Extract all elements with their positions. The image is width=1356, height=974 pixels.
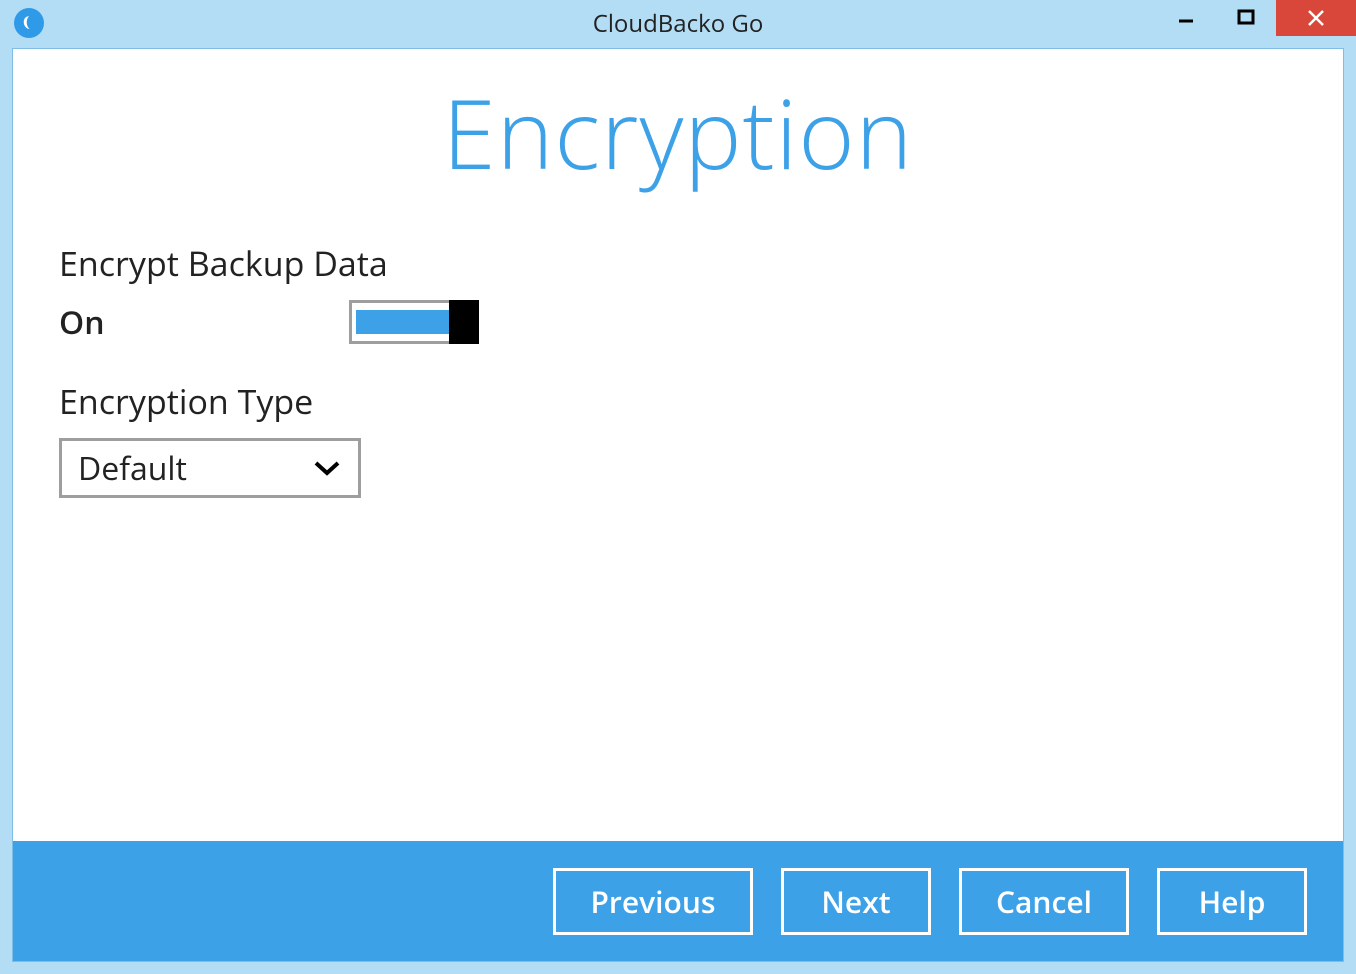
help-button[interactable]: Help xyxy=(1157,868,1307,935)
minimize-button[interactable] xyxy=(1156,0,1216,36)
encrypt-toggle-state: On xyxy=(59,301,349,344)
encryption-type-select[interactable]: Default xyxy=(59,438,361,498)
window-title: CloudBacko Go xyxy=(0,7,1356,40)
titlebar: CloudBacko Go xyxy=(0,0,1356,46)
close-button[interactable] xyxy=(1276,0,1356,36)
encrypt-toggle[interactable] xyxy=(349,300,479,344)
form-area: Encrypt Backup Data On Encryption Type D… xyxy=(13,240,1343,498)
toggle-thumb xyxy=(449,300,479,344)
encryption-type-label: Encryption Type xyxy=(59,378,1343,424)
previous-button[interactable]: Previous xyxy=(553,868,753,935)
page-heading: Encryption xyxy=(13,67,1343,198)
encrypt-data-label: Encrypt Backup Data xyxy=(59,240,1343,286)
wizard-footer: Previous Next Cancel Help xyxy=(13,841,1343,961)
app-window: CloudBacko Go Encryption Encrypt Backup … xyxy=(0,0,1356,974)
client-area: Encryption Encrypt Backup Data On Encryp… xyxy=(12,48,1344,962)
window-controls xyxy=(1156,0,1356,36)
maximize-button[interactable] xyxy=(1216,0,1276,36)
encrypt-toggle-row: On xyxy=(59,300,1343,344)
encryption-type-value: Default xyxy=(78,447,312,490)
next-button[interactable]: Next xyxy=(781,868,931,935)
cancel-button[interactable]: Cancel xyxy=(959,868,1129,935)
chevron-down-icon xyxy=(312,459,342,477)
app-logo-icon xyxy=(14,8,44,38)
